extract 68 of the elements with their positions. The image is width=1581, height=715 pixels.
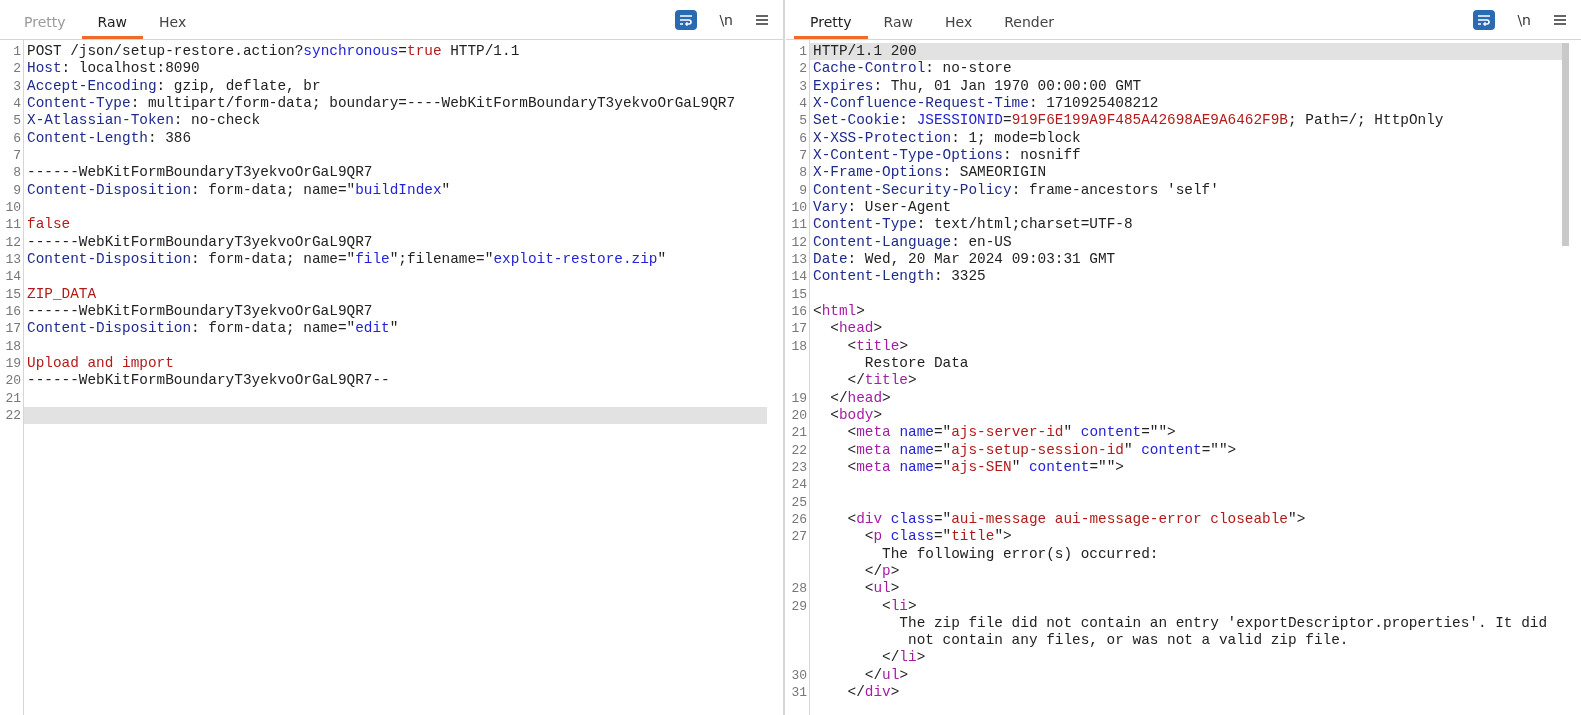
newline-toggle[interactable]: \n xyxy=(1515,9,1533,31)
line-number: 6 xyxy=(13,130,21,146)
line-number: 16 xyxy=(5,303,21,319)
line-number: 10 xyxy=(791,199,807,215)
tab[interactable]: Pretty xyxy=(794,9,868,39)
line-number: 14 xyxy=(791,269,807,285)
line-number: 4 xyxy=(13,96,21,111)
line-number: 9 xyxy=(13,182,21,198)
line-number: 1 xyxy=(13,44,21,59)
line-number: 26 xyxy=(791,511,807,527)
line-number: 11 xyxy=(5,217,21,233)
line-number: 6 xyxy=(799,130,807,146)
line-number: 22 xyxy=(5,407,21,423)
line-number: 15 xyxy=(5,286,21,302)
line-number: 22 xyxy=(791,442,807,458)
line-number: 5 xyxy=(13,113,21,129)
line-number: 23 xyxy=(791,459,807,475)
line-number: 13 xyxy=(5,251,21,267)
wrap-icon xyxy=(1477,14,1492,26)
menu-icon[interactable] xyxy=(755,14,769,26)
line-number: 8 xyxy=(799,165,807,181)
line-number: 8 xyxy=(13,165,21,181)
line-number: 7 xyxy=(799,147,807,163)
word-wrap-button[interactable] xyxy=(675,10,698,30)
line-number: 2 xyxy=(13,61,21,77)
line-number: 20 xyxy=(791,407,807,423)
line-number: 24 xyxy=(791,477,807,493)
line-number: 17 xyxy=(5,321,21,337)
line-number: 10 xyxy=(5,199,21,215)
word-wrap-button[interactable] xyxy=(1473,10,1496,30)
tab[interactable]: Raw xyxy=(867,9,929,39)
line-number: 21 xyxy=(791,425,807,441)
tab[interactable]: Render xyxy=(988,9,1070,39)
line-number: 28 xyxy=(791,581,807,597)
line-number: 14 xyxy=(5,269,21,285)
line-number: 31 xyxy=(791,685,807,701)
line-number: 18 xyxy=(5,338,21,354)
line-number: 27 xyxy=(791,529,807,545)
newline-toggle[interactable]: \n xyxy=(717,9,735,31)
line-number: 12 xyxy=(791,234,807,250)
line-number: 16 xyxy=(791,303,807,319)
line-number: 12 xyxy=(5,234,21,250)
tab[interactable]: Hex xyxy=(143,9,203,39)
tab[interactable]: Hex xyxy=(929,9,989,39)
line-number: 1 xyxy=(799,44,807,59)
line-number: 19 xyxy=(791,390,807,406)
tab[interactable]: Raw xyxy=(81,9,143,39)
line-number: 17 xyxy=(791,321,807,337)
line-number: 19 xyxy=(5,355,21,371)
line-number: 11 xyxy=(791,217,807,233)
line-number: 13 xyxy=(791,251,807,267)
line-number: 25 xyxy=(791,494,807,510)
line-number: 7 xyxy=(13,147,21,163)
line-number: 20 xyxy=(5,373,21,389)
line-number: 3 xyxy=(799,78,807,94)
line-number: 2 xyxy=(799,61,807,77)
line-number: 3 xyxy=(13,78,21,94)
line-number: 29 xyxy=(791,598,807,614)
line-number: 18 xyxy=(791,338,807,354)
line-number: 4 xyxy=(799,96,807,111)
line-number: 30 xyxy=(791,667,807,683)
menu-icon[interactable] xyxy=(1553,14,1567,26)
scrollbar[interactable] xyxy=(1562,43,1569,246)
line-number: 9 xyxy=(799,182,807,198)
line-number: 15 xyxy=(791,286,807,302)
wrap-icon xyxy=(679,14,694,26)
line-number: 21 xyxy=(5,390,21,406)
line-number: 5 xyxy=(799,113,807,129)
